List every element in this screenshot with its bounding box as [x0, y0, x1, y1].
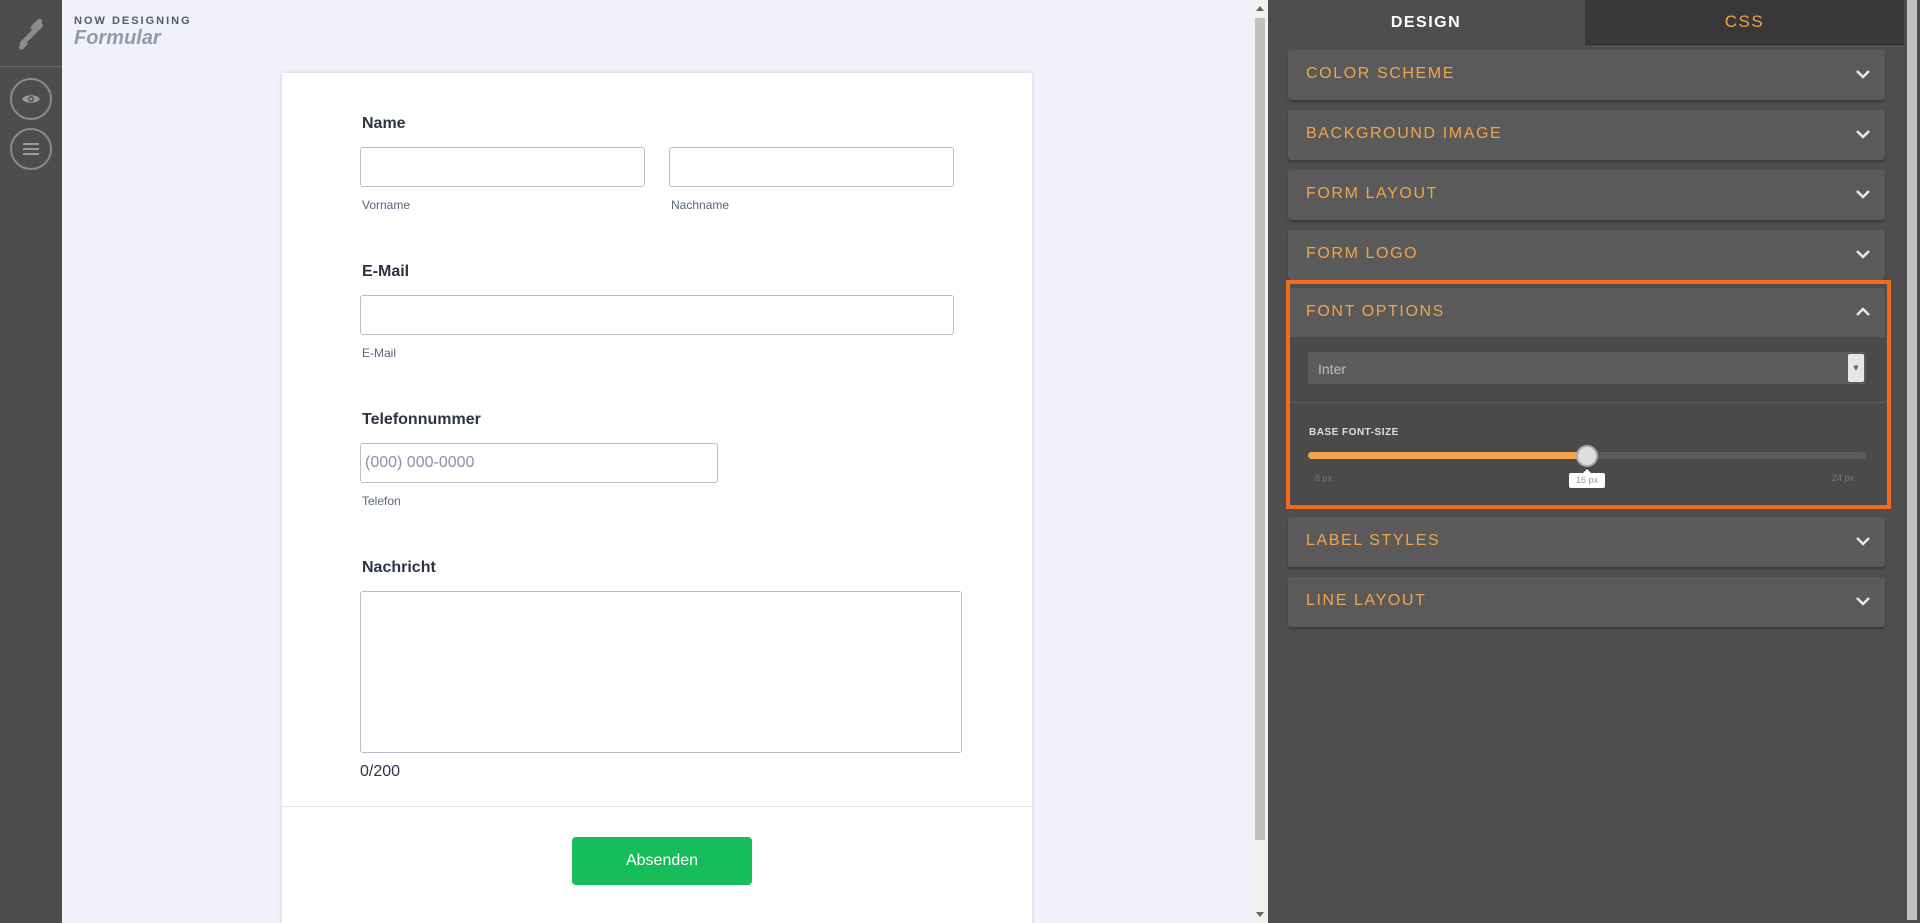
- section-background-image[interactable]: BACKGROUND IMAGE: [1288, 110, 1885, 160]
- first-name-sublabel: Vorname: [362, 198, 411, 212]
- hamburger-menu-icon: [23, 143, 39, 155]
- left-toolbar: [0, 0, 62, 923]
- section-line-layout[interactable]: LINE LAYOUT: [1288, 577, 1885, 627]
- phone-input[interactable]: [360, 443, 718, 483]
- message-textarea[interactable]: [360, 591, 962, 753]
- email-input[interactable]: [360, 295, 954, 335]
- section-form-logo[interactable]: FORM LOGO: [1288, 230, 1885, 280]
- app-logo-icon[interactable]: [16, 16, 46, 50]
- section-label: LABEL STYLES: [1306, 532, 1441, 549]
- section-color-scheme[interactable]: COLOR SCHEME: [1288, 50, 1885, 100]
- chevron-down-icon: [1856, 130, 1870, 139]
- design-panel: DESIGN CSS COLOR SCHEME BACKGROUND IMAGE…: [1268, 0, 1920, 923]
- character-counter: 0/200: [360, 763, 401, 780]
- panel-scrollbar[interactable]: [1904, 0, 1920, 923]
- phone-sublabel: Telefon: [362, 494, 401, 508]
- scroll-up-arrow-icon[interactable]: [1256, 6, 1264, 11]
- first-name-input[interactable]: [360, 147, 645, 187]
- form-name-title: Formular: [74, 27, 161, 49]
- canvas-scroll-thumb[interactable]: [1255, 18, 1265, 840]
- scroll-down-arrow-icon[interactable]: [1256, 912, 1264, 917]
- email-sublabel: E-Mail: [362, 346, 397, 360]
- tab-design[interactable]: DESIGN: [1268, 0, 1584, 45]
- eye-icon: [22, 95, 40, 103]
- section-label: FORM LAYOUT: [1306, 185, 1438, 202]
- chevron-down-icon: [1856, 250, 1870, 259]
- preview-button[interactable]: [10, 78, 52, 120]
- section-label: COLOR SCHEME: [1306, 65, 1455, 82]
- section-form-layout[interactable]: FORM LAYOUT: [1288, 170, 1885, 220]
- chevron-down-icon: [1856, 190, 1870, 199]
- now-designing-label: NOW DESIGNING: [74, 15, 192, 27]
- submit-button[interactable]: Absenden: [572, 837, 752, 885]
- section-label: LINE LAYOUT: [1306, 592, 1427, 609]
- chevron-down-icon: [1856, 597, 1870, 606]
- chevron-down-icon: [1856, 537, 1870, 546]
- form-card: Name Vorname Nachname E-Mail E-Mail Tele…: [282, 73, 1032, 923]
- email-field-title: E-Mail: [362, 263, 410, 280]
- name-field-title: Name: [362, 115, 406, 132]
- tab-css[interactable]: CSS: [1585, 0, 1904, 45]
- section-label: FORM LOGO: [1306, 245, 1419, 262]
- toolbar-divider: [0, 66, 62, 67]
- section-label-styles[interactable]: LABEL STYLES: [1288, 517, 1885, 567]
- panel-scroll-thumb[interactable]: [1907, 0, 1917, 920]
- chevron-down-icon: [1856, 70, 1870, 79]
- message-field-title: Nachricht: [362, 559, 436, 576]
- menu-button[interactable]: [10, 128, 52, 170]
- last-name-sublabel: Nachname: [671, 198, 730, 212]
- font-options-highlight-frame: [1286, 280, 1891, 509]
- form-footer-divider: [282, 806, 1032, 807]
- last-name-input[interactable]: [669, 147, 954, 187]
- phone-field-title: Telefonnummer: [362, 411, 481, 428]
- canvas-scrollbar[interactable]: [1252, 0, 1268, 923]
- section-label: BACKGROUND IMAGE: [1306, 125, 1503, 142]
